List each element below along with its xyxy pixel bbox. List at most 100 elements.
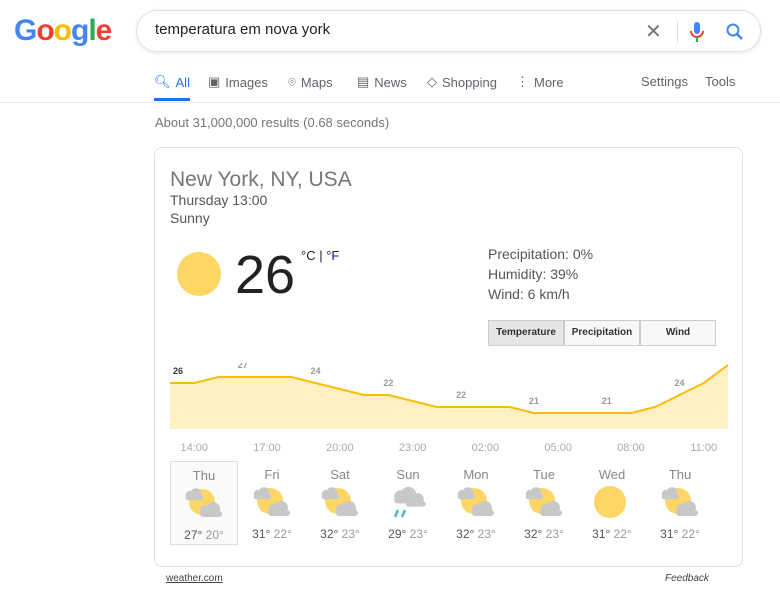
day-name: Thu — [192, 468, 216, 483]
forecast-day[interactable]: Wed 31° 22° — [578, 461, 646, 545]
result-stats: About 31,000,000 results (0.68 seconds) — [155, 115, 390, 130]
x-tick-label: 23:00 — [399, 442, 427, 454]
rain-icon — [393, 486, 426, 518]
tab-label: All — [175, 74, 190, 90]
sun-icon — [177, 252, 221, 296]
high-temp: 32° — [320, 527, 339, 541]
low-temp: 23° — [545, 527, 564, 541]
x-tick-label: 08:00 — [617, 442, 645, 454]
data-label: 24 — [674, 378, 684, 388]
chart-area — [170, 365, 728, 429]
source-link[interactable]: weather.com — [166, 573, 223, 584]
day-name: Tue — [533, 467, 555, 482]
data-label: 27 — [238, 363, 248, 370]
news-icon: ▤ — [357, 74, 370, 89]
high-temp: 32° — [456, 527, 475, 541]
tab-maps[interactable]: ⌾ Maps — [288, 74, 333, 90]
microphone-icon[interactable] — [690, 22, 704, 42]
search-icon: 🔍︎ — [154, 74, 171, 89]
high-temp: 32° — [524, 527, 543, 541]
partly-cloudy-icon — [321, 487, 358, 516]
tab-label: More — [534, 74, 564, 90]
day-name: Wed — [598, 467, 626, 482]
unit-separator: | — [319, 248, 323, 263]
day-name: Sun — [396, 467, 420, 482]
forecast-day[interactable]: Tue 32° 23° — [510, 461, 578, 545]
map-pin-icon: ⌾ — [288, 74, 296, 89]
temperature-chart: 26272422222121242914:0017:0020:0023:0002… — [170, 363, 728, 454]
tab-label: Maps — [300, 74, 333, 90]
x-tick-label: 17:00 — [253, 442, 281, 454]
x-tick-label: 05:00 — [544, 442, 572, 454]
x-tick-label: 02:00 — [472, 442, 500, 454]
divider — [0, 102, 780, 103]
data-label: 24 — [311, 366, 321, 376]
high-temp: 27° — [184, 528, 203, 542]
day-name: Sat — [330, 467, 350, 482]
weather-card: New York, NY, USA Thursday 13:00 Sunny 2… — [154, 147, 743, 567]
high-temp: 31° — [660, 527, 679, 541]
forecast-day[interactable]: Thu 31° 22° — [646, 461, 714, 545]
wind: Wind: 6 km/h — [488, 286, 570, 302]
partly-cloudy-icon — [661, 487, 698, 516]
google-logo[interactable]: Google — [14, 14, 112, 48]
tab-label: Shopping — [442, 74, 497, 90]
clear-icon[interactable]: ✕ — [645, 19, 662, 44]
partly-cloudy-icon — [457, 487, 494, 516]
condition: Sunny — [170, 210, 210, 226]
temperature-button[interactable]: Temperature — [488, 320, 564, 346]
precipitation: Precipitation: 0% — [488, 246, 594, 262]
high-temp: 29° — [388, 527, 407, 541]
tab-all[interactable]: 🔍︎ All — [154, 74, 190, 101]
celsius-unit[interactable]: °C — [301, 248, 316, 263]
tag-icon: ◇ — [427, 74, 437, 89]
low-temp: 23° — [341, 527, 360, 541]
low-temp: 22° — [681, 527, 700, 541]
high-temp: 31° — [592, 527, 611, 541]
low-temp: 22° — [613, 527, 632, 541]
current-temp: 26 — [235, 245, 296, 305]
x-tick-label: 11:00 — [690, 442, 717, 454]
humidity: Humidity: 39% — [488, 266, 579, 282]
data-label: 22 — [383, 378, 393, 388]
forecast-day[interactable]: Mon 32° 23° — [442, 461, 510, 545]
day-name: Thu — [668, 467, 692, 482]
search-icon[interactable] — [726, 23, 744, 41]
feedback-link[interactable]: Feedback — [665, 573, 709, 584]
low-temp: 20° — [205, 528, 224, 542]
tools-link[interactable]: Tools — [705, 74, 735, 89]
partly-cloudy-icon — [253, 487, 290, 516]
high-temp: 31° — [252, 527, 271, 541]
day-name: Mon — [463, 467, 489, 482]
search-box: ✕ — [136, 10, 761, 52]
settings-link[interactable]: Settings — [641, 74, 688, 89]
fahrenheit-unit[interactable]: °F — [326, 248, 339, 263]
tab-news[interactable]: ▤ News — [357, 74, 407, 90]
x-tick-label: 20:00 — [326, 442, 354, 454]
precipitation-button[interactable]: Precipitation — [564, 320, 640, 346]
low-temp: 23° — [409, 527, 428, 541]
forecast-day[interactable]: Sun 29° 23° — [374, 461, 442, 545]
tab-more[interactable]: ⋮ More — [516, 74, 564, 90]
search-input[interactable] — [155, 21, 625, 38]
wind-button[interactable]: Wind — [640, 320, 716, 346]
location: New York, NY, USA — [170, 168, 352, 191]
time: Thursday 13:00 — [170, 192, 268, 208]
low-temp: 23° — [477, 527, 496, 541]
image-icon: ▣ — [208, 74, 221, 89]
forecast-day[interactable]: Thu 27° 20° — [170, 461, 238, 545]
partly-cloudy-icon — [185, 488, 222, 517]
data-label: 26 — [173, 366, 183, 376]
tab-shopping[interactable]: ◇ Shopping — [427, 74, 497, 90]
tab-images[interactable]: ▣ Images — [208, 74, 268, 90]
data-label: 21 — [529, 396, 539, 406]
forecast-day[interactable]: Sat 32° 23° — [306, 461, 374, 545]
day-name: Fri — [264, 467, 280, 482]
more-icon: ⋮ — [516, 74, 529, 89]
sun-icon — [594, 486, 626, 518]
low-temp: 22° — [273, 527, 292, 541]
partly-cloudy-icon — [525, 487, 562, 516]
search-tabs: 🔍︎ All ▣ Images ⌾ Maps ▤ News ◇ Shopping ⋮ Mor… — [145, 74, 780, 102]
forecast-day[interactable]: Fri 31° 22° — [238, 461, 306, 545]
tab-label: Images — [225, 74, 268, 90]
